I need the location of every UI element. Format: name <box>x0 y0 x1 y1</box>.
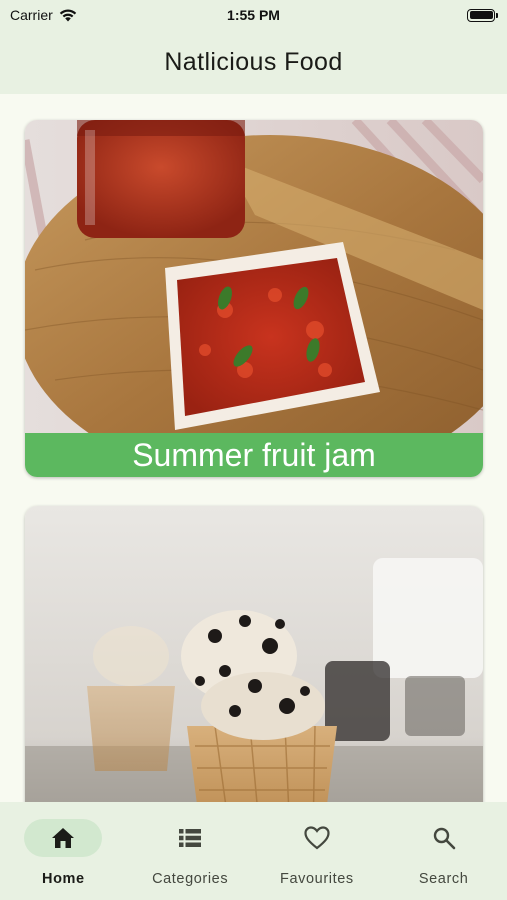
recipe-list[interactable]: Summer fruit jam <box>0 94 507 802</box>
home-icon <box>52 828 75 848</box>
nav-item-favourites[interactable]: Favourites <box>254 802 381 900</box>
recipe-title: Summer fruit jam <box>25 433 483 477</box>
heart-icon <box>304 826 330 850</box>
nav-indicator <box>278 819 356 857</box>
nav-item-search[interactable]: Search <box>380 802 507 900</box>
nav-item-home[interactable]: Home <box>0 802 127 900</box>
battery-icon <box>467 8 498 22</box>
app-bar: Natlicious Food <box>0 30 507 94</box>
wifi-icon <box>59 9 76 21</box>
nav-label-categories: Categories <box>152 871 229 887</box>
bottom-navigation: Home Categories Favourites Search <box>0 802 507 900</box>
search-icon <box>433 827 455 850</box>
list-icon <box>179 829 202 847</box>
recipe-image-ice-cream <box>25 506 483 802</box>
recipe-card[interactable] <box>25 506 483 802</box>
nav-label-favourites: Favourites <box>280 871 354 887</box>
nav-label-home: Home <box>42 871 85 887</box>
nav-item-categories[interactable]: Categories <box>127 802 254 900</box>
nav-indicator <box>151 819 229 857</box>
nav-indicator <box>405 819 483 857</box>
status-left: Carrier <box>10 7 77 23</box>
recipe-image-jam <box>25 120 483 433</box>
carrier-label: Carrier <box>10 7 53 23</box>
page-title: Natlicious Food <box>164 47 343 76</box>
nav-label-search: Search <box>418 871 469 887</box>
status-bar: Carrier 1:55 PM <box>0 0 507 30</box>
battery-level <box>469 11 493 19</box>
nav-indicator <box>24 819 103 857</box>
recipe-card[interactable]: Summer fruit jam <box>25 120 483 477</box>
